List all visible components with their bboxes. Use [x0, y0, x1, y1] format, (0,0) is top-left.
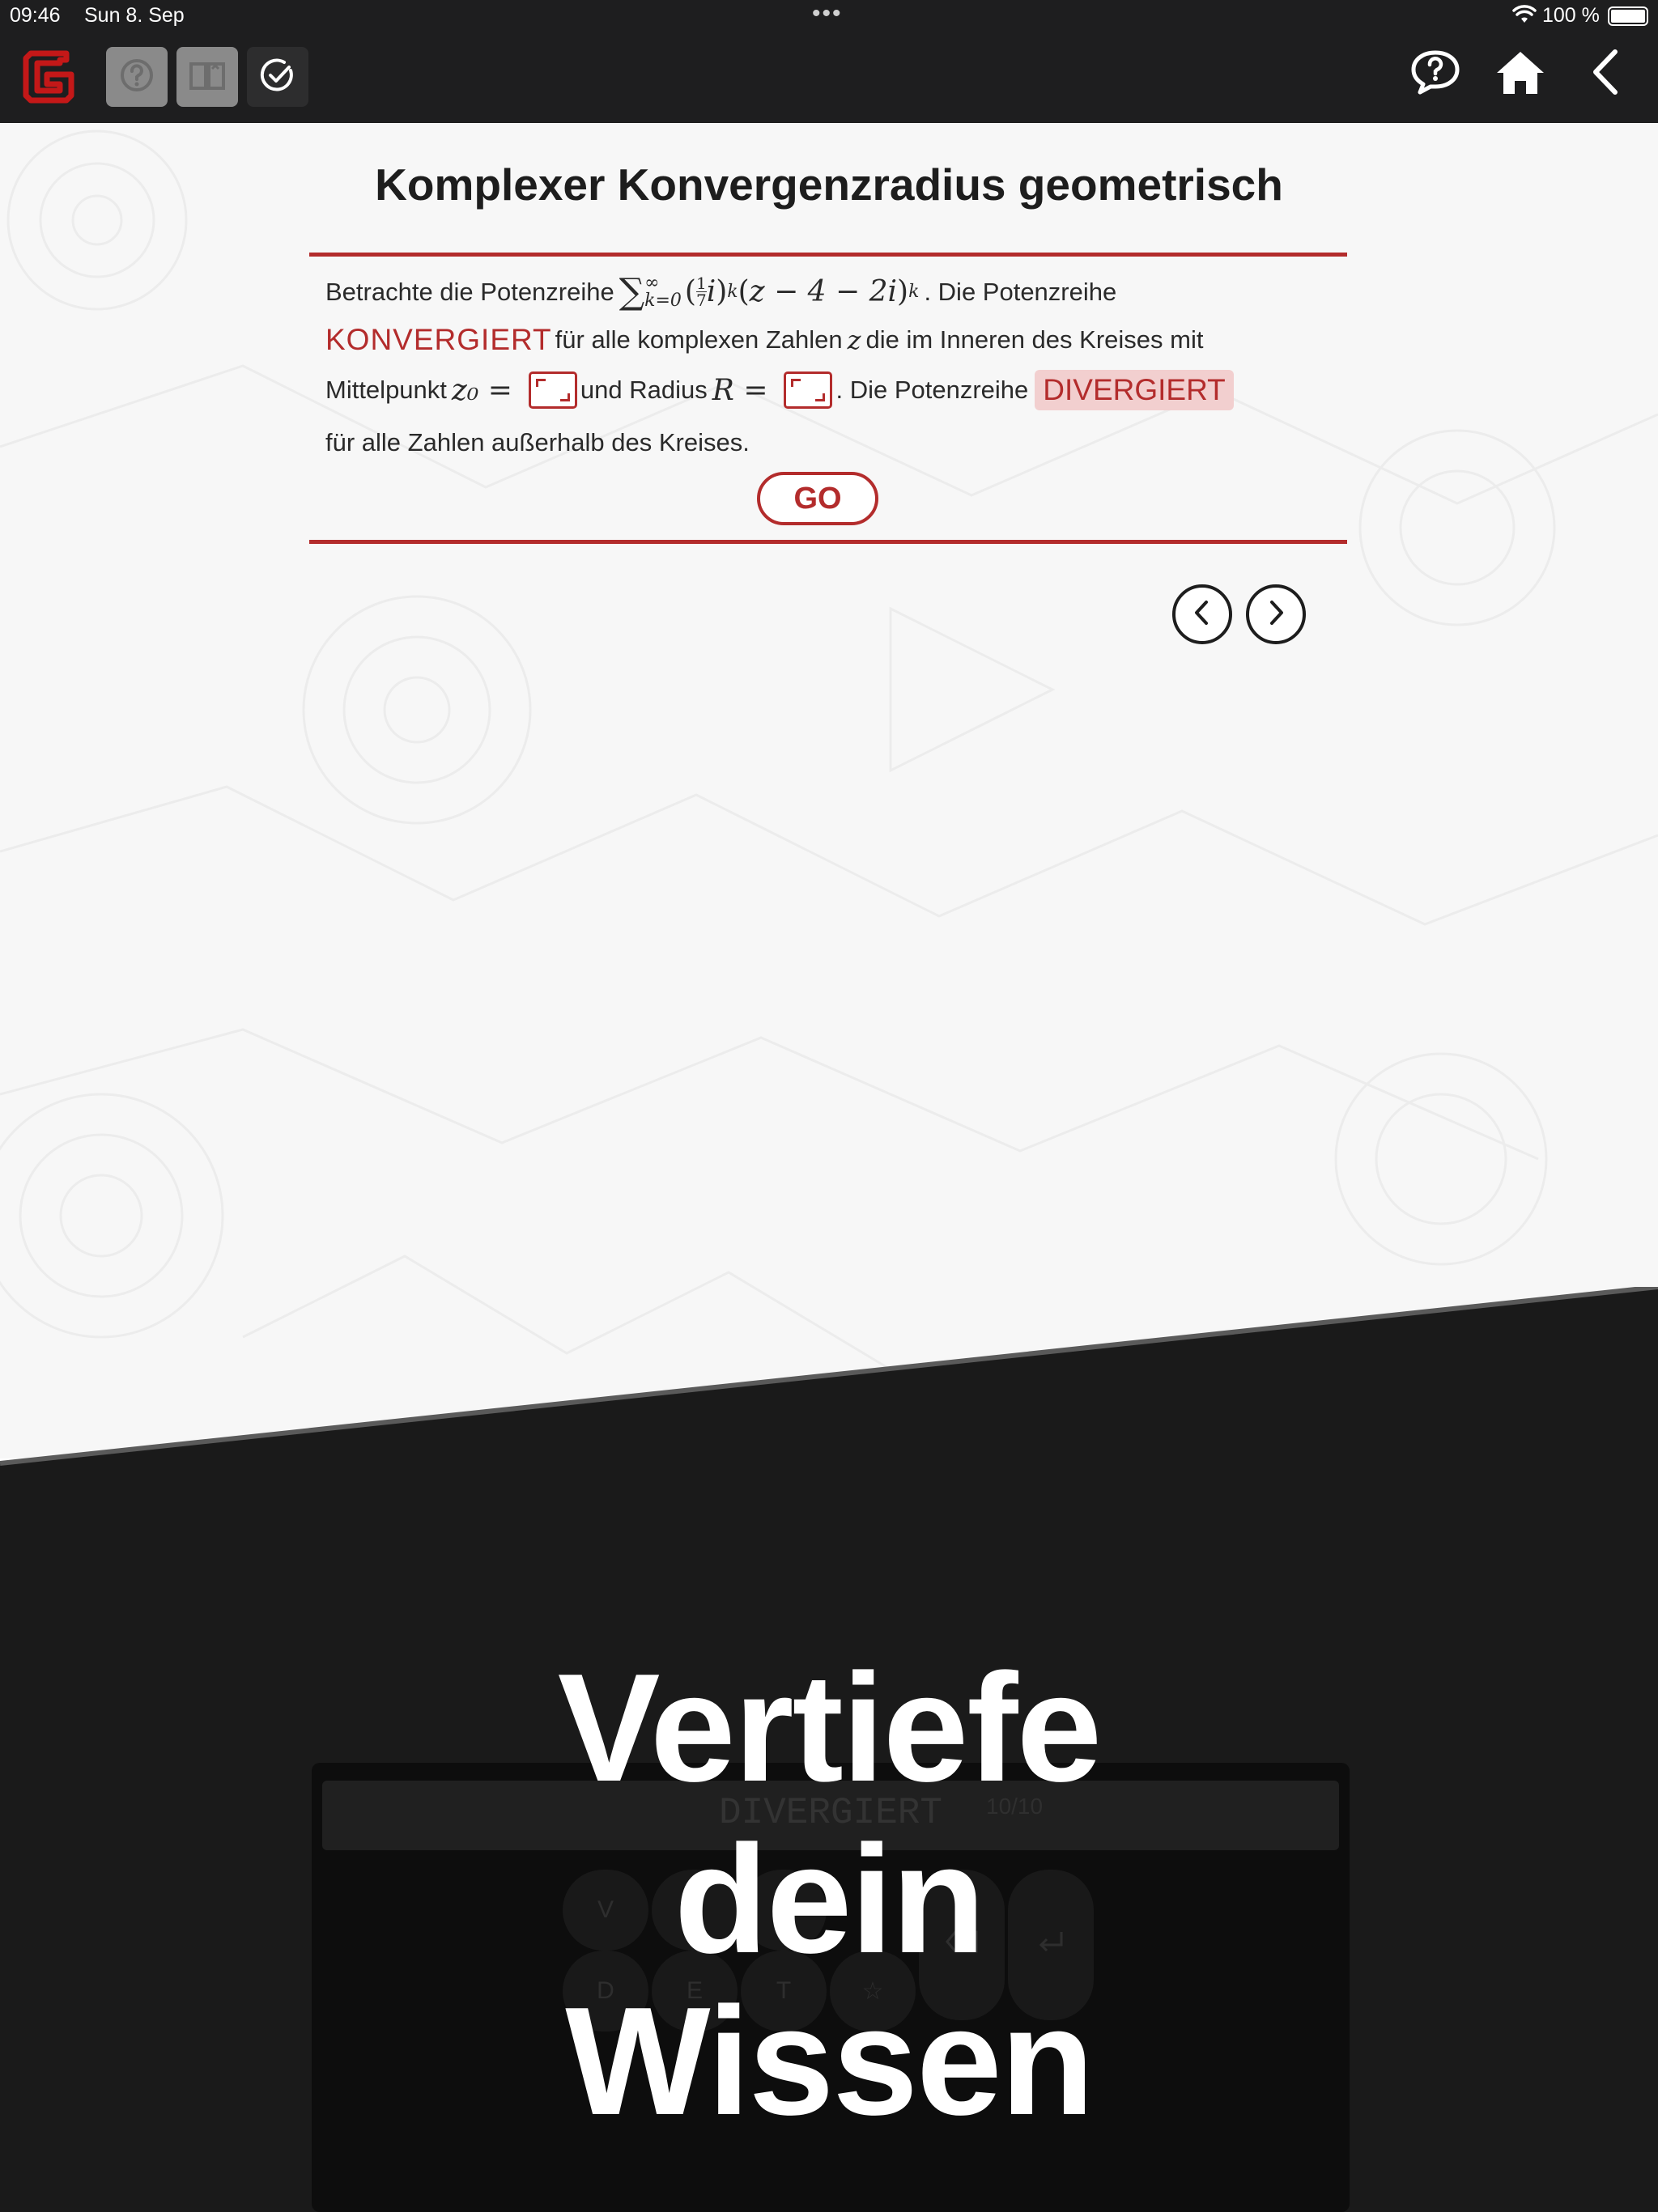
- wifi-icon: [1512, 5, 1537, 30]
- power-series-formula: ∑ ∞ k=0 (1 7 i) k (z − 4 − 2i) k: [619, 271, 920, 312]
- line2-suffix: die im Inneren des Kreises mit: [865, 325, 1204, 354]
- promo-line-2: dein: [674, 1814, 986, 1985]
- book-icon: [188, 57, 227, 97]
- go-button[interactable]: GO: [757, 472, 878, 525]
- keyword-divergiert[interactable]: DIVERGIERT: [1035, 370, 1234, 410]
- radius-symbol: R =: [712, 373, 768, 407]
- check-answer-button[interactable]: [247, 47, 308, 107]
- chevron-right-icon: [1264, 599, 1288, 630]
- battery-percentage: 100 %: [1542, 4, 1600, 27]
- status-time: 09:46: [10, 4, 61, 27]
- line1-prefix: Betrachte die Potenzreihe: [325, 277, 614, 306]
- exercise-line-4: für alle Zahlen außerhalb des Kreises.: [325, 428, 750, 456]
- exercise-title: Komplexer Konvergenzradius geometrisch: [375, 159, 1283, 210]
- next-button[interactable]: [1246, 584, 1306, 644]
- exercise-line-3: Mittelpunkt z₀ = und Radius R = . Die Po…: [325, 370, 1234, 410]
- app-logo[interactable]: [23, 47, 74, 105]
- battery-icon: [1608, 6, 1648, 26]
- feedback-button[interactable]: [1407, 45, 1464, 102]
- theory-book-button[interactable]: [176, 47, 238, 107]
- exercise-card: Betrachte die Potenzreihe ∑ ∞ k=0 (1 7 i) k …: [309, 253, 1347, 544]
- back-button[interactable]: [1577, 45, 1634, 102]
- exercise-area: Komplexer Konvergenzradius geometrisch B…: [0, 123, 1658, 1458]
- radius-input-box[interactable]: [784, 371, 833, 409]
- chevron-left-icon: [1190, 599, 1214, 630]
- status-bar: 09:46 Sun 8. Sep ••• 100 %: [0, 0, 1658, 32]
- center-symbol: z₀ =: [451, 373, 512, 407]
- promo-line-3: Wissen: [565, 1976, 1095, 2147]
- line2-text: für alle komplexen Zahlen: [555, 325, 843, 354]
- help-button[interactable]: [106, 47, 168, 107]
- line1-suffix: . Die Potenzreihe: [924, 277, 1117, 306]
- home-icon: [1495, 49, 1545, 100]
- multitask-dots[interactable]: •••: [812, 0, 843, 28]
- line3-mid: und Radius: [580, 376, 708, 404]
- top-bar: 09:46 Sun 8. Sep ••• 100 %: [0, 0, 1658, 123]
- keyword-konvergiert[interactable]: KONVERGIERT: [325, 323, 552, 357]
- chevron-left-icon: [1589, 49, 1622, 100]
- question-icon: [119, 57, 155, 97]
- previous-button[interactable]: [1172, 584, 1232, 644]
- promo-line-1: Vertiefe: [557, 1642, 1103, 1814]
- line3-prefix: Mittelpunkt: [325, 376, 447, 404]
- check-circle-icon: [260, 57, 295, 97]
- status-date: Sun 8. Sep: [84, 4, 185, 27]
- speech-question-icon: [1409, 48, 1461, 100]
- exercise-line-2: KONVERGIERT für alle komplexen Zahlen z …: [325, 323, 1203, 357]
- home-button[interactable]: [1492, 45, 1549, 102]
- exercise-line-1: Betrachte die Potenzreihe ∑ ∞ k=0 (1 7 i) k …: [325, 271, 1116, 312]
- variable-z: z: [847, 325, 861, 355]
- line3-suffix: . Die Potenzreihe: [835, 376, 1029, 404]
- center-input-box[interactable]: [528, 371, 577, 409]
